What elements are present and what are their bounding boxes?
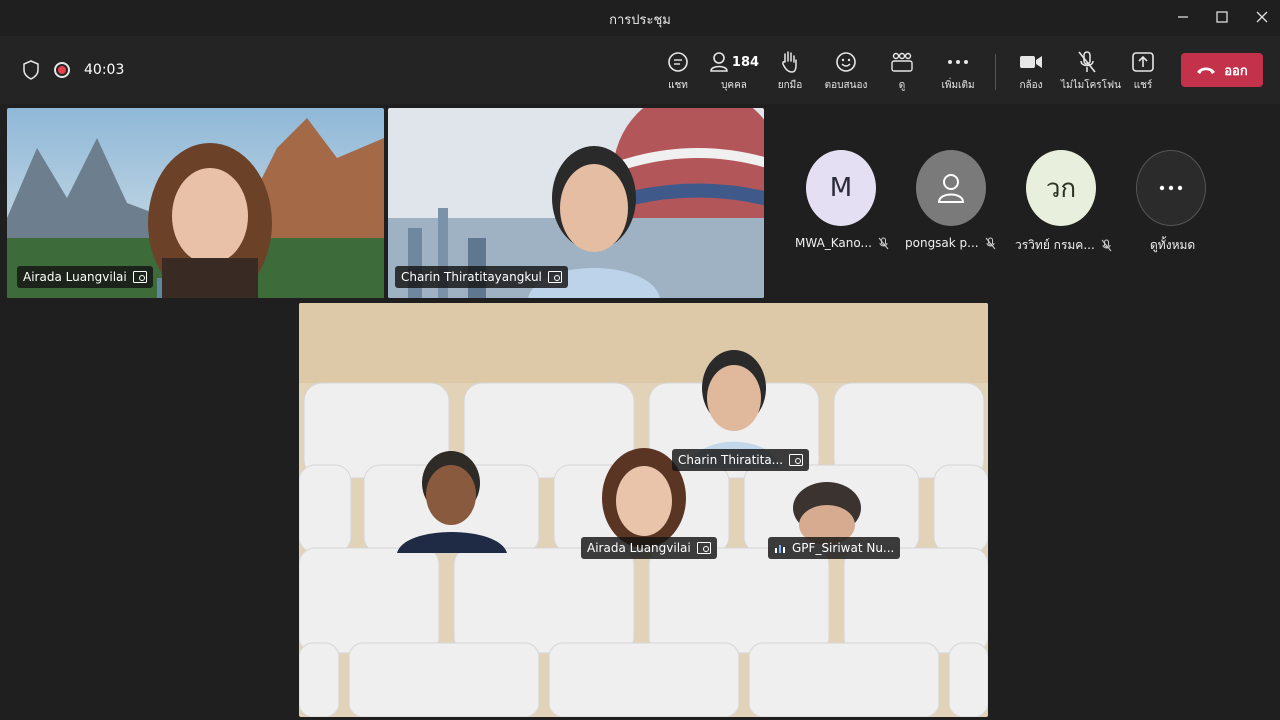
mic-off-icon: [878, 237, 889, 249]
hand-icon: [782, 51, 797, 73]
audio-level-icon: [775, 545, 785, 553]
share-icon: [1132, 52, 1154, 72]
people-label: บุคคล: [721, 80, 747, 91]
react-label: ตอบสนอง: [824, 80, 868, 91]
maximize-icon: [1216, 11, 1228, 23]
mic-off-icon: [1101, 239, 1112, 252]
participant-avatar[interactable]: [916, 150, 986, 226]
view-icon: [891, 52, 913, 72]
window-title: การประชุม: [609, 13, 671, 28]
phone-hangup-icon: [1197, 67, 1216, 74]
participant-name-tag: Airada Luangvilai: [17, 266, 153, 288]
maximize-button[interactable]: [1205, 4, 1239, 30]
people-button[interactable]: 184 บุคคล: [708, 48, 760, 98]
chat-label: แชท: [668, 80, 688, 91]
camera-icon: [1020, 56, 1042, 68]
participant-avatar[interactable]: วก: [1026, 150, 1096, 226]
raise-hand-button[interactable]: ยกมือ: [764, 48, 816, 98]
participant-name: Airada Luangvilai: [587, 541, 691, 555]
participant-label: pongsak p...: [905, 236, 996, 250]
person-icon: [937, 174, 965, 203]
participant-name: GPF_Siriwat Nu...: [792, 541, 895, 555]
mic-off-icon: [985, 237, 996, 249]
meeting-toolbar: 40:03 แชท 184 บุคคล ยกมือ ตอบสนอง ดู เพิ…: [0, 36, 1280, 104]
camera-label: กล้อง: [1019, 80, 1043, 91]
more-label: เพิ่มเติม: [941, 80, 975, 91]
mic-label: ไม่ไมโครโฟน: [1061, 80, 1121, 91]
share-label: แชร์: [1133, 80, 1153, 91]
participant-label: MWA_Kano...: [795, 236, 889, 250]
minimize-icon: [1178, 16, 1188, 18]
close-icon: [1256, 11, 1268, 23]
people-icon: [710, 52, 728, 72]
participant-name: วรวิทย์ กรมค...: [1015, 238, 1095, 252]
pin-icon: [696, 542, 711, 554]
people-count: 184: [731, 54, 760, 70]
participant-name-tag: Charin Thiratita...: [672, 449, 810, 471]
view-all-text: ดูทั้งหมด: [1150, 238, 1196, 252]
meeting-timer: 40:03: [84, 62, 125, 78]
raise-hand-label: ยกมือ: [777, 80, 803, 91]
view-all-button[interactable]: [1136, 150, 1206, 226]
chat-button[interactable]: แชท: [652, 48, 704, 98]
view-label: ดู: [898, 80, 906, 91]
minimize-button[interactable]: [1166, 4, 1200, 30]
leave-button[interactable]: ออก: [1181, 53, 1263, 87]
view-all-label: ดูทั้งหมด: [1150, 236, 1195, 255]
more-icon: [948, 60, 968, 64]
together-mode-view[interactable]: Charin Thiratita... Airada Luangvilai GP…: [299, 303, 988, 717]
shield-icon[interactable]: [22, 60, 40, 80]
video-tile[interactable]: Airada Luangvilai: [7, 108, 384, 298]
pin-icon: [132, 271, 147, 283]
recording-icon: [54, 62, 70, 78]
participant-name-tag: GPF_Siriwat Nu...: [768, 537, 901, 559]
participant-name: Airada Luangvilai: [23, 270, 127, 284]
mic-button[interactable]: ไม่ไมโครโฟน: [1061, 48, 1121, 98]
more-icon: [1159, 185, 1183, 191]
participant-avatar[interactable]: M: [806, 150, 876, 226]
camera-button[interactable]: กล้อง: [1005, 48, 1057, 98]
participant-name-tag: Charin Thiratitayangkul: [395, 266, 568, 288]
react-button[interactable]: ตอบสนอง: [820, 48, 872, 98]
leave-label: ออก: [1224, 63, 1248, 79]
participant-name: Charin Thiratita...: [678, 453, 784, 467]
participant-name: MWA_Kano...: [795, 236, 872, 250]
avatar-initials: M: [829, 173, 853, 203]
chat-icon: [668, 52, 688, 72]
auditorium-scene: [299, 303, 988, 717]
participant-name: pongsak p...: [905, 236, 979, 250]
more-button[interactable]: เพิ่มเติม: [932, 48, 984, 98]
toolbar-divider: [995, 54, 996, 90]
smile-icon: [836, 52, 856, 72]
pin-icon: [789, 454, 804, 466]
participant-label: วรวิทย์ กรมค...: [1015, 236, 1112, 255]
close-button[interactable]: [1245, 4, 1279, 30]
pin-icon: [547, 271, 562, 283]
participant-name: Charin Thiratitayangkul: [401, 270, 542, 284]
title-bar: การประชุม: [0, 0, 1280, 36]
view-button[interactable]: ดู: [876, 48, 928, 98]
avatar-initials: วก: [1045, 173, 1077, 204]
video-tile[interactable]: Charin Thiratitayangkul: [388, 108, 764, 298]
share-button[interactable]: แชร์: [1117, 48, 1169, 98]
participant-name-tag: Airada Luangvilai: [581, 537, 717, 559]
mic-off-icon: [1078, 51, 1096, 73]
